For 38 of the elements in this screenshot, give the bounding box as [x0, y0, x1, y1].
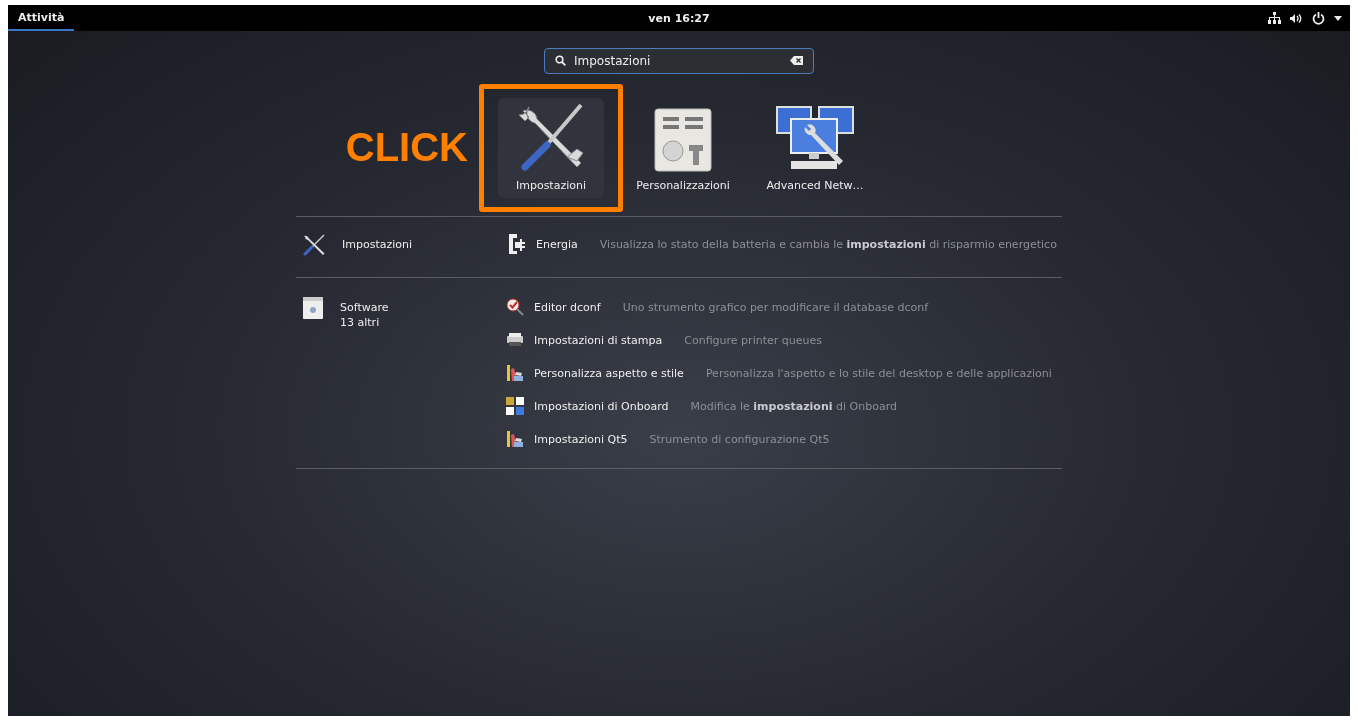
result-description: Modifica le impostazioni di Onboard: [690, 399, 897, 413]
keyboard-keys-icon: [506, 397, 524, 415]
app-tile[interactable]: Impostazioni: [498, 98, 604, 198]
result-name[interactable]: Impostazioni Qt5: [534, 432, 628, 446]
result-description: Visualizza lo stato della batteria e cambia le impostazioni di risparmio energetico: [599, 237, 1057, 251]
color-swatches-icon: [506, 430, 524, 448]
more-count: 13 altri: [340, 315, 381, 330]
result-description: Personalizza l'aspetto e lo stile del desktop e delle applicazioni: [705, 366, 1052, 380]
caret-icon[interactable]: [1334, 15, 1342, 21]
search-icon: [555, 55, 566, 66]
callout-label: CLICK: [345, 125, 468, 170]
activities-button[interactable]: Attività: [8, 5, 75, 31]
result-name[interactable]: Editor dconf: [534, 300, 601, 314]
result-name[interactable]: Impostazioni di stampa: [534, 333, 663, 347]
provider-item[interactable]: Software 13 altri: [296, 296, 504, 450]
color-swatches-icon: [506, 364, 524, 382]
power-icon[interactable]: [1312, 11, 1325, 25]
result-description: Strumento di configurazione Qt5: [649, 432, 830, 446]
plug-icon: [506, 233, 526, 255]
printer-icon: [506, 333, 524, 347]
clock-button[interactable]: ven 16:27: [642, 10, 716, 26]
result-name[interactable]: Personalizza aspetto e stile: [534, 366, 684, 380]
provider-name: Software: [340, 300, 389, 315]
result-name[interactable]: Impostazioni di Onboard: [534, 399, 669, 413]
shopping-bag-icon: [302, 296, 324, 320]
search-field[interactable]: Impostazioni: [544, 48, 814, 74]
clear-icon[interactable]: [790, 56, 803, 65]
result-description: Configure printer queues: [684, 333, 822, 347]
provider-item[interactable]: Impostazioni: [296, 233, 504, 257]
app-tile[interactable]: Personalizzazioni: [630, 98, 736, 198]
app-tile[interactable]: Advanced Netw…: [762, 98, 868, 198]
control-panel-icon: [653, 107, 713, 173]
checkmark-magnifier-icon: [506, 298, 524, 316]
provider-name: Impostazioni: [342, 237, 413, 252]
tools-icon: [302, 233, 326, 257]
result-name[interactable]: Energia: [536, 237, 578, 251]
volume-icon[interactable]: [1290, 12, 1303, 24]
network-icon[interactable]: [1268, 12, 1281, 24]
